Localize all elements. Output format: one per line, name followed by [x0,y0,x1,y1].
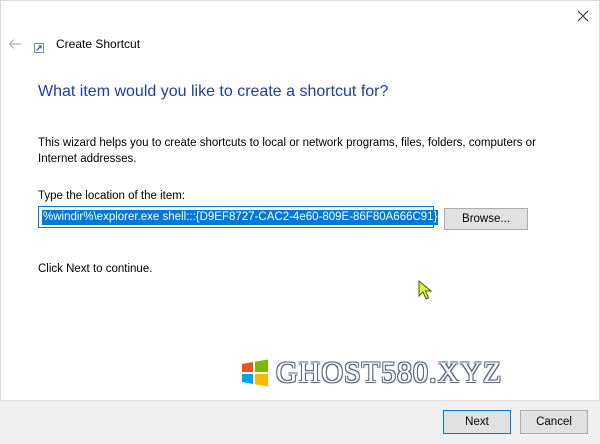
browse-button[interactable]: Browse... [444,208,528,230]
back-button[interactable] [4,34,26,54]
window-title: Create Shortcut [56,37,141,51]
back-arrow-icon [8,39,21,49]
location-label: Type the location of the item: [38,190,186,202]
wizard-description: This wizard helps you to create shortcut… [38,137,536,165]
watermark-text: GHOST580.XYZ [276,356,503,389]
windows-logo-icon [242,359,268,387]
location-input-value: %windir%\explorer.exe shell:::{D9EF8727-… [42,209,439,225]
continue-instruction: Click Next to continue. [38,263,153,275]
next-button[interactable]: Next [443,410,511,434]
watermark: GHOST580.XYZ [240,356,502,390]
location-input[interactable]: %windir%\explorer.exe shell:::{D9EF8727-… [38,206,439,228]
mouse-cursor-icon [418,279,433,300]
close-button[interactable] [568,2,598,30]
cancel-button[interactable]: Cancel [520,410,588,434]
close-icon [577,10,589,22]
page-heading: What item would you like to create a sho… [38,83,389,100]
shortcut-icon [34,40,44,53]
